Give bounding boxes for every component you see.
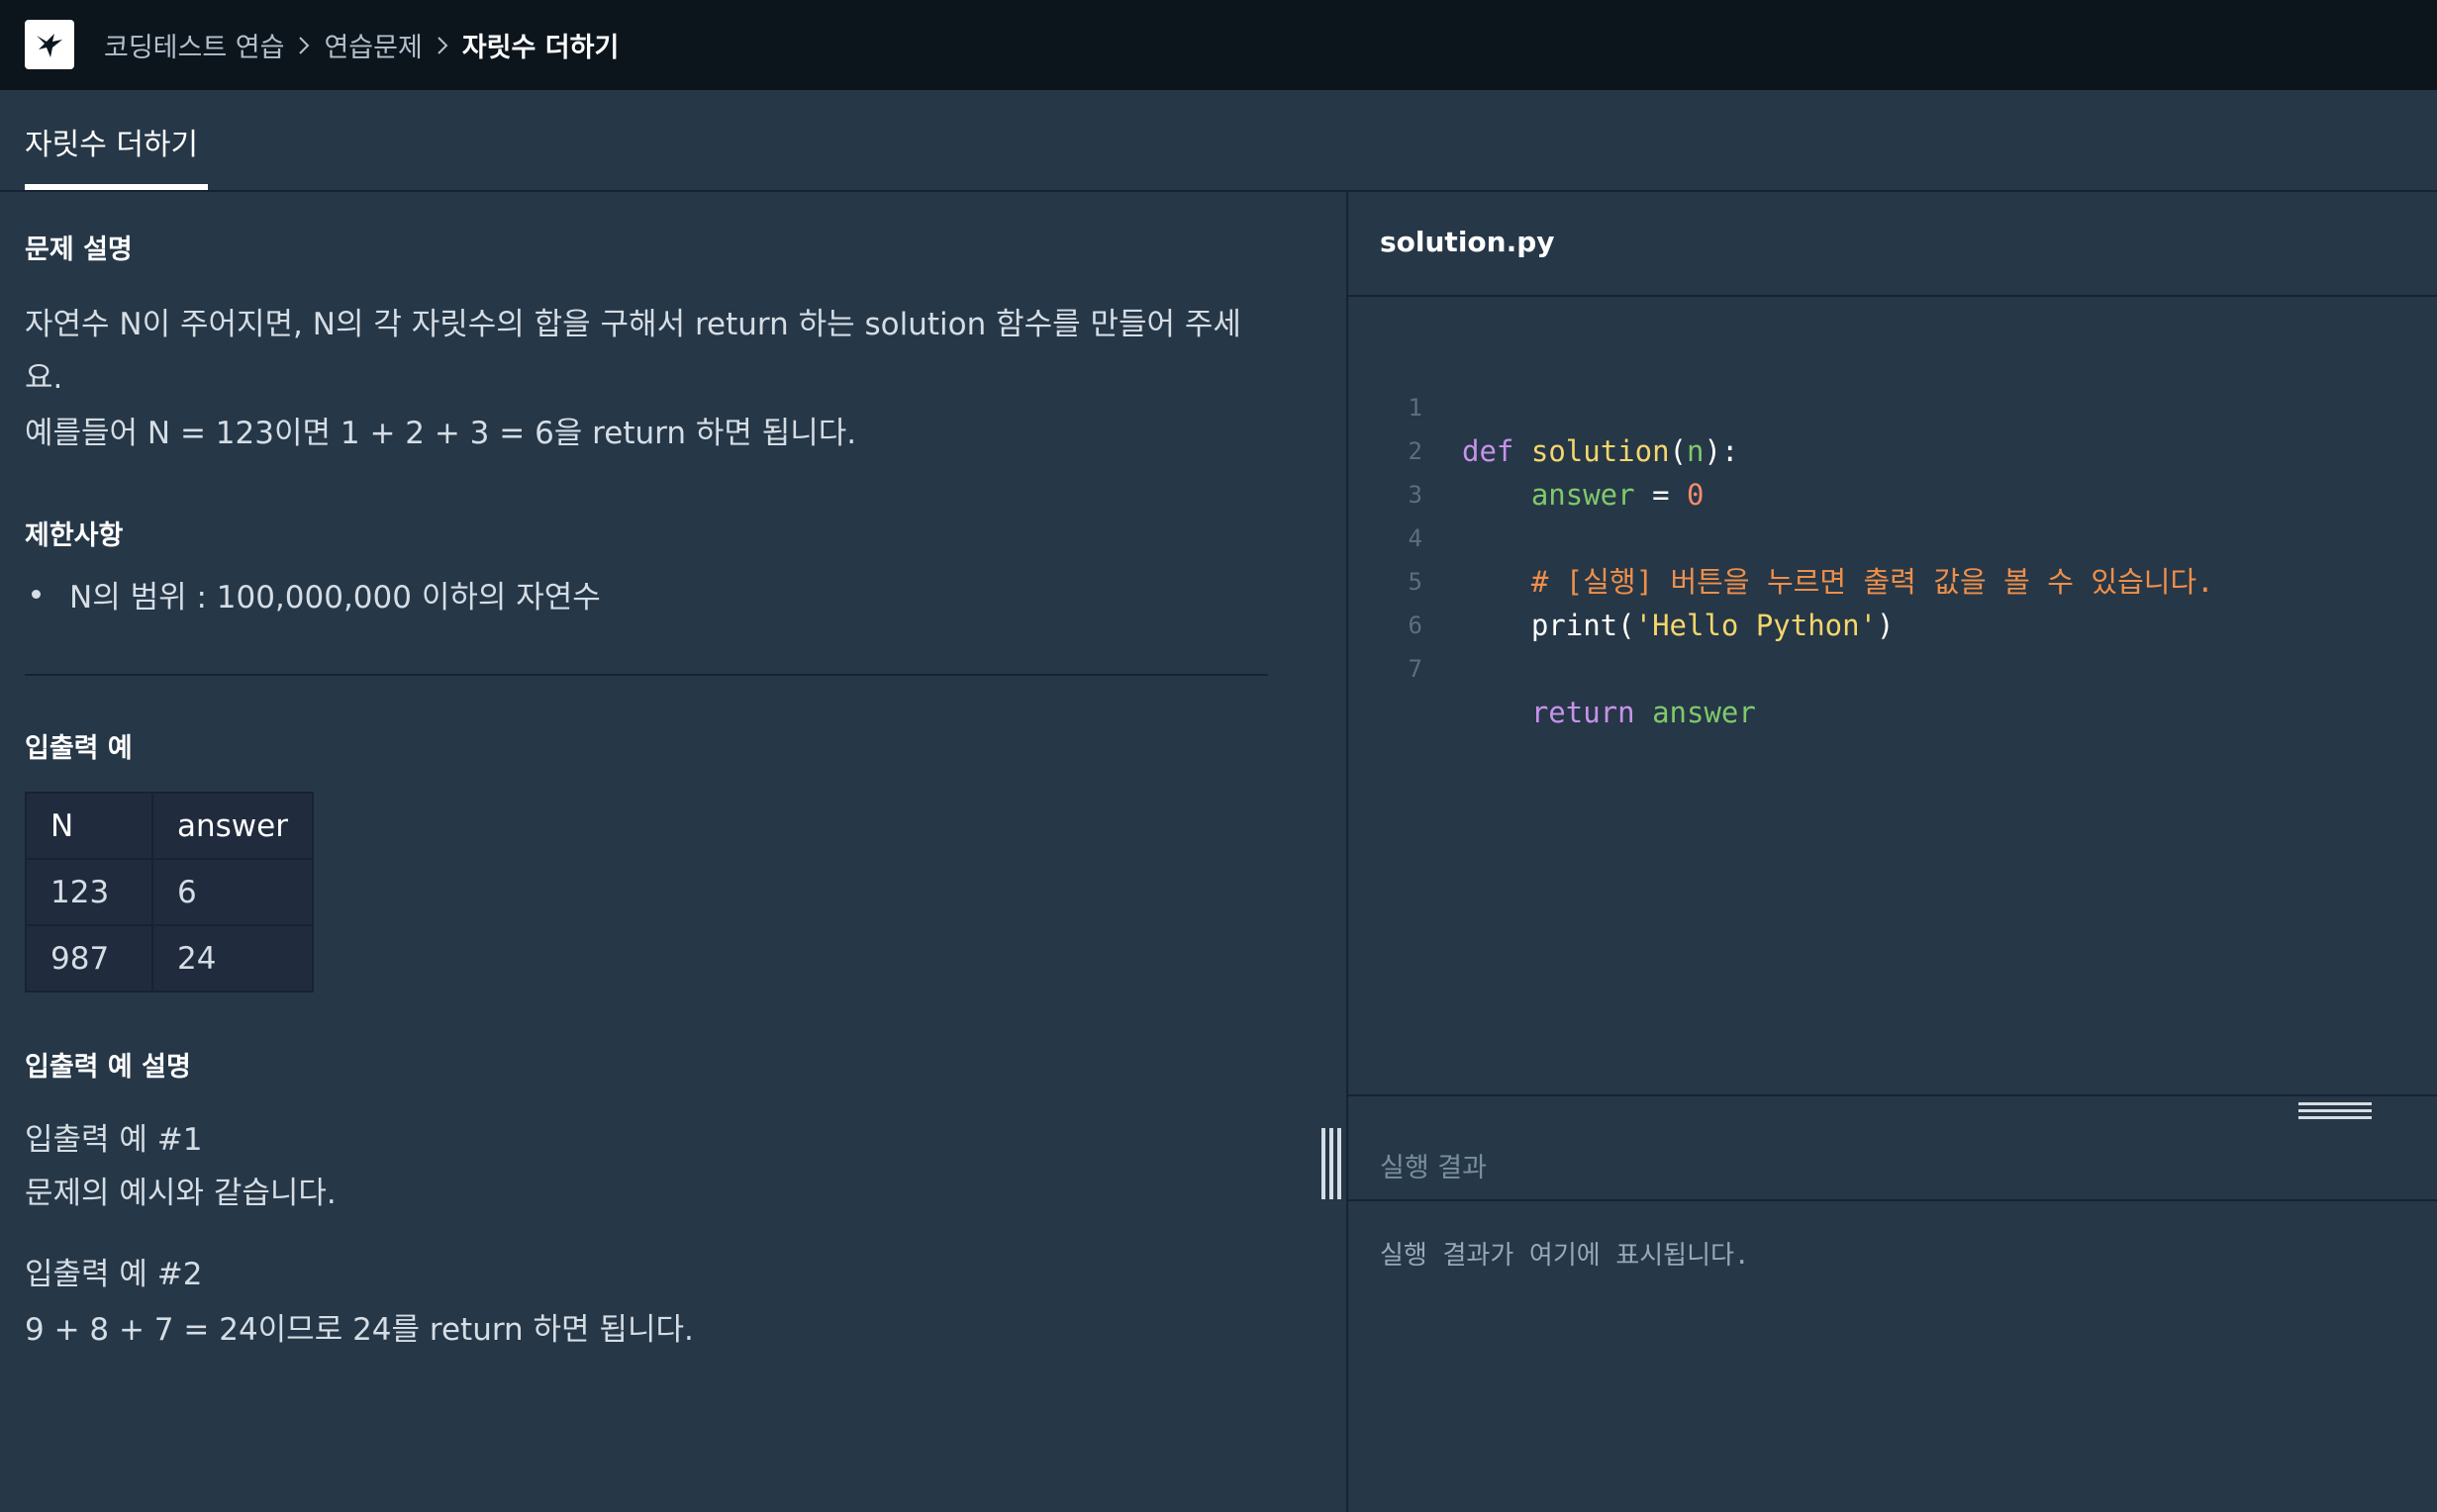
constraints-heading: 제한사항	[25, 520, 124, 551]
code-line[interactable]: 7 return answer	[1348, 604, 1756, 729]
section-divider	[25, 674, 1268, 676]
result-resize-handle[interactable]	[2298, 1102, 2372, 1120]
panel-resize-handle[interactable]	[1320, 1128, 1342, 1199]
problem-description-line-3: 예를들어 N = 123이면 1 + 2 + 3 = 6을 return 하면 …	[25, 416, 857, 451]
table-cell: 123	[25, 858, 153, 926]
table-cell: 987	[25, 924, 153, 992]
io-explanation-heading: 입출력 예 설명	[25, 1052, 191, 1083]
line-number: 7	[1408, 655, 1422, 683]
file-header: solution.py	[1348, 192, 2437, 297]
bullet-icon	[32, 590, 41, 599]
file-name: solution.py	[1380, 226, 1555, 258]
io-example-table: N answer 123 6 987 24	[25, 792, 314, 992]
code-line[interactable]: 1 def solution(n):	[1348, 342, 1739, 468]
example-1-title: 입출력 예 #1	[25, 1122, 203, 1158]
example-2-body: 9 + 8 + 7 = 24이므로 24를 return 하면 됩니다.	[25, 1312, 694, 1348]
code-line[interactable]: 5 print('Hello Python')	[1348, 517, 1895, 642]
chevron-right-icon	[298, 36, 310, 55]
table-header-cell: answer	[151, 792, 314, 860]
example-2-title: 입출력 예 #2	[25, 1257, 203, 1292]
top-nav: 코딩테스트 연습 연습문제 자릿수 더하기	[0, 0, 2437, 90]
code-line[interactable]: 2 answer = 0	[1348, 386, 1705, 512]
breadcrumb: 코딩테스트 연습 연습문제 자릿수 더하기	[104, 0, 619, 90]
result-header: 실행 결과	[1348, 1094, 2437, 1201]
problem-panel: 문제 설명 자연수 N이 주어지면, N의 각 자릿수의 합을 구해서 retu…	[0, 192, 1346, 1512]
example-1-body: 문제의 예시와 같습니다.	[25, 1176, 337, 1211]
io-example-heading: 입출력 예	[25, 733, 133, 764]
breadcrumb-practice[interactable]: 연습문제	[324, 26, 422, 64]
code-editor[interactable]: 1 def solution(n): 2 answer = 0 3 4 # [실…	[1348, 297, 2437, 1197]
table-header-row: N answer	[25, 792, 314, 860]
code-line[interactable]: 3	[1348, 429, 1452, 509]
result-output: 실행 결과가 여기에 표시됩니다.	[1380, 1241, 1750, 1271]
tab-problem[interactable]: 자릿수 더하기	[25, 120, 198, 192]
table-row: 123 6	[25, 858, 314, 926]
problem-description-line-2: 요.	[25, 360, 63, 396]
code-line[interactable]: 4 # [실행] 버튼을 누르면 출력 값을 볼 수 있습니다.	[1348, 473, 2214, 599]
constraint-item: N의 범위 : 100,000,000 이하의 자연수	[32, 572, 601, 616]
problem-description-heading: 문제 설명	[25, 235, 133, 265]
chevron-right-icon	[437, 36, 448, 55]
table-row: 987 24	[25, 924, 314, 992]
tab-active-indicator	[25, 184, 208, 190]
table-cell: 24	[151, 924, 314, 992]
programmers-logo-icon[interactable]	[25, 20, 74, 69]
table-cell: 6	[151, 858, 314, 926]
code-line[interactable]: 6	[1348, 560, 1452, 639]
editor-panel: solution.py 1 def solution(n): 2 answer …	[1348, 192, 2437, 1512]
breadcrumb-coding-test[interactable]: 코딩테스트 연습	[104, 26, 284, 64]
constraints-list: N의 범위 : 100,000,000 이하의 자연수	[32, 572, 601, 616]
result-label: 실행 결과	[1380, 1153, 1487, 1183]
problem-description-line-1: 자연수 N이 주어지면, N의 각 자릿수의 합을 구해서 return 하는 …	[25, 307, 1241, 342]
table-header-cell: N	[25, 792, 153, 860]
breadcrumb-current: 자릿수 더하기	[461, 33, 620, 63]
tab-bar: 자릿수 더하기	[0, 90, 2437, 192]
